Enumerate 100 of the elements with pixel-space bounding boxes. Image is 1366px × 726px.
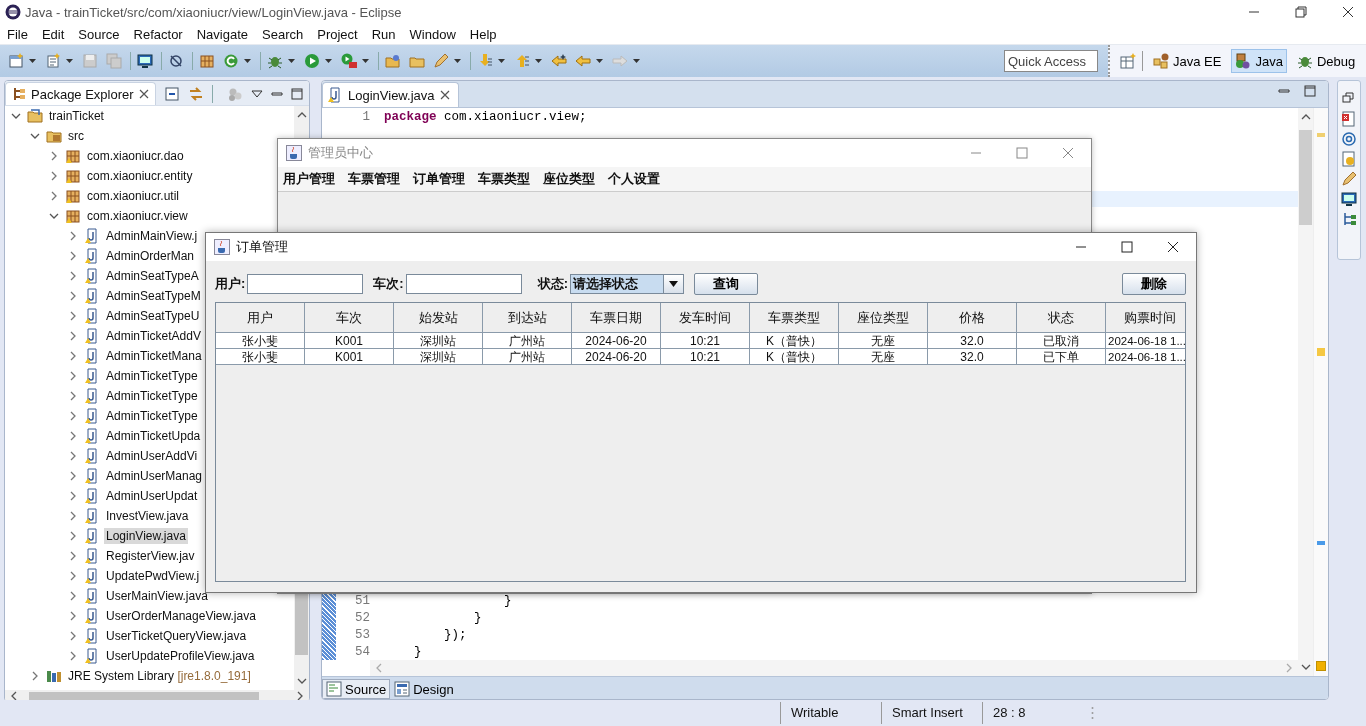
quick-access-field[interactable]: Quick Access xyxy=(1004,50,1098,72)
input-field[interactable] xyxy=(247,274,364,294)
menu-item[interactable]: Navigate xyxy=(189,26,255,42)
open-perspective-icon[interactable] xyxy=(1120,53,1136,69)
tree-item[interactable]: AdminUserManag xyxy=(104,468,205,484)
last-edit-icon[interactable] xyxy=(551,53,567,69)
tree-item[interactable]: AdminTicketType xyxy=(104,408,200,424)
tree-item[interactable]: UserOrderManageView.java xyxy=(104,608,258,624)
drag-handle-icon[interactable] xyxy=(1091,706,1094,720)
chevron-right-icon[interactable] xyxy=(68,351,78,361)
filter-dots-icon[interactable] xyxy=(226,86,243,102)
hierarchy-icon[interactable] xyxy=(1341,211,1357,227)
menu-item[interactable]: Help xyxy=(462,26,504,42)
chevron-right-icon[interactable] xyxy=(68,291,78,301)
column-header[interactable]: 车票类型 xyxy=(749,303,839,333)
run-icon[interactable] xyxy=(304,53,320,69)
chevron-right-icon[interactable] xyxy=(68,231,78,241)
chevron-right-icon[interactable] xyxy=(68,431,78,441)
tree-item[interactable]: RegisterView.jav xyxy=(104,548,197,564)
tree-item[interactable]: AdminOrderMan xyxy=(104,248,197,264)
column-header[interactable]: 车票日期 xyxy=(571,303,661,333)
chevron-right-icon[interactable] xyxy=(68,411,78,421)
chevron-right-icon[interactable] xyxy=(68,251,78,261)
dropdown-caret-icon[interactable] xyxy=(534,58,543,64)
tree-item[interactable]: AdminTicketType xyxy=(104,388,200,404)
tree-item[interactable]: AdminMainView.j xyxy=(104,228,200,244)
scroll-up-icon[interactable] xyxy=(1300,112,1311,122)
chevron-right-icon[interactable] xyxy=(68,591,78,601)
chevron-down-icon[interactable] xyxy=(49,211,59,221)
scroll-right-icon[interactable] xyxy=(295,690,305,701)
dropdown-caret-icon[interactable] xyxy=(324,58,333,64)
open-folder-icon[interactable] xyxy=(385,53,401,69)
chevron-right-icon[interactable] xyxy=(49,171,59,181)
at-sign-icon[interactable] xyxy=(1341,131,1357,147)
declaration-icon[interactable] xyxy=(1341,151,1357,167)
perspective-button[interactable]: Java EE xyxy=(1149,49,1226,73)
menu-item[interactable]: Search xyxy=(255,26,311,42)
tree-item[interactable]: UserUpdateProfileView.java xyxy=(104,648,257,664)
dropdown-arrow-icon[interactable] xyxy=(669,281,679,287)
tree-item[interactable]: com.xiaoniucr.util xyxy=(85,188,182,204)
dropdown-caret-icon[interactable] xyxy=(595,58,604,64)
menu-item[interactable]: Refactor xyxy=(126,26,190,42)
menu-item[interactable]: 个人设置 xyxy=(608,170,660,188)
monitor-icon[interactable] xyxy=(1341,191,1357,207)
close-icon[interactable] xyxy=(1167,241,1179,253)
dropdown-caret-icon[interactable] xyxy=(361,58,370,64)
scroll-down-icon[interactable] xyxy=(1300,662,1311,672)
close-icon[interactable] xyxy=(138,89,149,99)
dropdown-caret-icon[interactable] xyxy=(632,58,641,64)
chevron-right-icon[interactable] xyxy=(49,191,59,201)
tree-item[interactable]: src xyxy=(66,128,86,144)
chevron-right-icon[interactable] xyxy=(68,371,78,381)
pen-icon[interactable] xyxy=(1341,171,1357,187)
tree-item[interactable]: com.xiaoniucr.entity xyxy=(85,168,195,184)
chevron-right-icon[interactable] xyxy=(68,611,78,621)
tree-item[interactable]: UserMainView.java xyxy=(104,588,210,604)
annotation-marker[interactable] xyxy=(1317,348,1325,356)
column-header[interactable]: 始发站 xyxy=(393,303,483,333)
menu-item[interactable]: Source xyxy=(71,26,127,42)
close-icon[interactable] xyxy=(1342,6,1354,18)
column-header[interactable]: 购票时间 xyxy=(1105,303,1185,333)
column-header[interactable]: 到达站 xyxy=(482,303,572,333)
link-arrows-icon[interactable] xyxy=(187,86,204,102)
chevron-right-icon[interactable] xyxy=(68,631,78,641)
scroll-left-icon[interactable] xyxy=(9,690,19,701)
restore-icon[interactable] xyxy=(1295,6,1307,18)
dropdown-caret-icon[interactable] xyxy=(497,58,506,64)
annotation-marker[interactable] xyxy=(1316,661,1326,671)
perspective-button[interactable]: Debug xyxy=(1292,49,1360,73)
tree-item[interactable]: UserTicketQueryView.java xyxy=(104,628,249,644)
annotation-marker[interactable] xyxy=(1317,133,1325,137)
tree-item[interactable]: AdminUserUpdat xyxy=(104,488,200,504)
chevron-right-icon[interactable] xyxy=(68,471,78,481)
chevron-right-icon[interactable] xyxy=(68,531,78,541)
menu-item[interactable]: Edit xyxy=(34,26,72,42)
tree-item[interactable]: AdminTicketMana xyxy=(104,348,204,364)
maximize-icon[interactable] xyxy=(1304,85,1316,97)
menu-item[interactable]: File xyxy=(0,26,35,42)
menu-item[interactable]: 订单管理 xyxy=(413,170,465,188)
view-tab[interactable]: Package Explorer xyxy=(5,82,156,105)
chevron-right-icon[interactable] xyxy=(49,151,59,161)
editor-mode-tab[interactable]: Source xyxy=(322,679,391,699)
chevron-right-icon[interactable] xyxy=(68,451,78,461)
menu-item[interactable]: 车票管理 xyxy=(348,170,400,188)
chevron-right-icon[interactable] xyxy=(68,651,78,661)
chevron-right-icon[interactable] xyxy=(68,571,78,581)
scrollbar-thumb[interactable] xyxy=(1299,130,1312,225)
tree-item[interactable]: AdminTicketType xyxy=(104,368,200,384)
chevron-right-icon[interactable] xyxy=(68,311,78,321)
scrollbar-thumb[interactable] xyxy=(29,691,259,700)
maximize-icon[interactable] xyxy=(1121,241,1133,253)
scrollbar[interactable] xyxy=(1298,108,1313,676)
view-menu-icon[interactable] xyxy=(250,90,263,98)
chevron-right-icon[interactable] xyxy=(68,551,78,561)
link-off-icon[interactable] xyxy=(168,53,184,69)
tree-item[interactable]: AdminSeatTypeU xyxy=(104,308,202,324)
menu-item[interactable]: 车票类型 xyxy=(478,170,530,188)
chevron-right-icon[interactable] xyxy=(68,491,78,501)
column-header[interactable]: 座位类型 xyxy=(838,303,928,333)
tree-item[interactable]: InvestView.java xyxy=(104,508,191,524)
